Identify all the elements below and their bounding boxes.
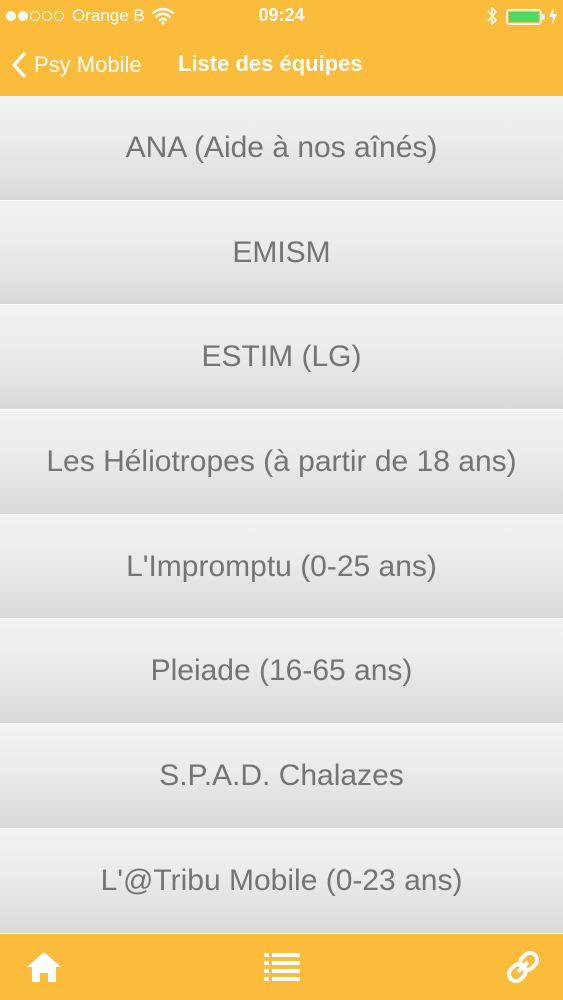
team-list-item[interactable]: Les Héliotropes (à partir de 18 ans) xyxy=(0,410,563,515)
list-icon[interactable] xyxy=(262,949,302,985)
back-button-label: Psy Mobile xyxy=(34,52,142,77)
battery-icon xyxy=(506,9,545,25)
team-list: ANA (Aide à nos aînés) EMISM ESTIM (LG) … xyxy=(0,96,563,934)
team-list-item[interactable]: L'Impromptu (0-25 ans) xyxy=(0,514,563,620)
status-bar: Orange B 09:24 xyxy=(0,0,563,34)
team-list-item[interactable]: L'@Tribu Mobile (0-23 ans) xyxy=(0,828,563,934)
chevron-left-icon xyxy=(12,52,26,78)
header: Orange B 09:24 Psy Mobile Liste des équi… xyxy=(0,0,563,96)
home-icon[interactable] xyxy=(24,949,64,985)
app-screen: Orange B 09:24 Psy Mobile Liste des équi… xyxy=(0,0,563,1000)
back-button[interactable]: Psy Mobile xyxy=(10,48,142,82)
bottom-tab-bar xyxy=(0,934,563,1000)
team-list-item[interactable]: ANA (Aide à nos aînés) xyxy=(0,96,563,201)
team-list-item[interactable]: ESTIM (LG) xyxy=(0,305,563,411)
page-title: Liste des équipes xyxy=(178,51,363,76)
navigation-bar: Psy Mobile Liste des équipes xyxy=(0,34,563,96)
status-time: 09:24 xyxy=(258,5,305,25)
charging-icon xyxy=(549,7,557,25)
bluetooth-icon xyxy=(487,7,497,25)
team-list-item[interactable]: Pleiade (16-65 ans) xyxy=(0,619,563,725)
link-icon[interactable] xyxy=(503,949,543,985)
team-list-item[interactable]: EMISM xyxy=(0,200,563,306)
team-list-item[interactable]: S.P.A.D. Chalazes xyxy=(0,724,563,829)
